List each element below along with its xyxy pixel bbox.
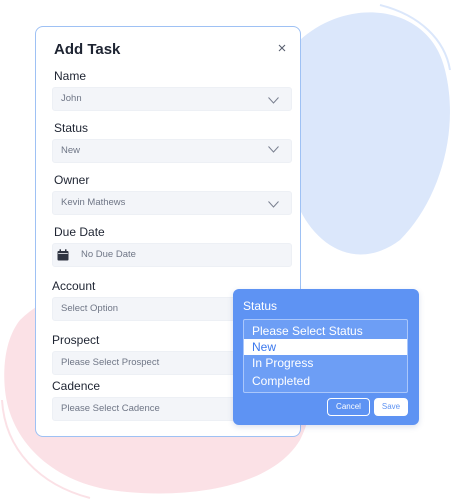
name-select[interactable]: John bbox=[52, 87, 292, 111]
name-value: John bbox=[61, 93, 82, 104]
account-value: Select Option bbox=[61, 303, 119, 314]
chevron-down-icon bbox=[268, 146, 279, 153]
prospect-label: Prospect bbox=[52, 333, 100, 347]
status-options-list[interactable]: Please Select Status New In Progress Com… bbox=[243, 319, 408, 393]
due-date-picker[interactable]: No Due Date bbox=[52, 243, 292, 267]
close-icon bbox=[278, 44, 286, 52]
status-select[interactable]: New bbox=[52, 139, 292, 163]
owner-value: Kevin Mathews bbox=[61, 197, 126, 208]
status-option[interactable]: In Progress bbox=[244, 355, 407, 371]
status-option-selected[interactable]: New bbox=[244, 339, 407, 355]
due-date-value: No Due Date bbox=[81, 249, 136, 260]
owner-select[interactable]: Kevin Mathews bbox=[52, 191, 292, 215]
status-popup-title: Status bbox=[243, 299, 278, 313]
status-option[interactable]: Please Select Status bbox=[244, 323, 407, 339]
status-popup: Status Please Select Status New In Progr… bbox=[233, 289, 419, 425]
chevron-down-icon bbox=[268, 97, 279, 104]
chevron-down-icon bbox=[268, 201, 279, 208]
status-label: Status bbox=[54, 121, 89, 135]
save-button[interactable]: Save bbox=[374, 398, 408, 416]
prospect-value: Please Select Prospect bbox=[61, 357, 160, 368]
owner-label: Owner bbox=[54, 173, 90, 187]
close-button[interactable] bbox=[275, 41, 289, 55]
calendar-icon bbox=[57, 249, 69, 261]
cadence-label: Cadence bbox=[52, 379, 101, 393]
status-option[interactable]: Completed bbox=[244, 373, 407, 389]
name-label: Name bbox=[54, 69, 87, 83]
cadence-value: Please Select Cadence bbox=[61, 403, 160, 414]
cancel-button[interactable]: Cancel bbox=[327, 398, 370, 416]
status-value: New bbox=[61, 145, 81, 156]
dialog-title: Add Task bbox=[54, 41, 121, 58]
due-date-label: Due Date bbox=[54, 225, 105, 239]
account-label: Account bbox=[52, 279, 96, 293]
